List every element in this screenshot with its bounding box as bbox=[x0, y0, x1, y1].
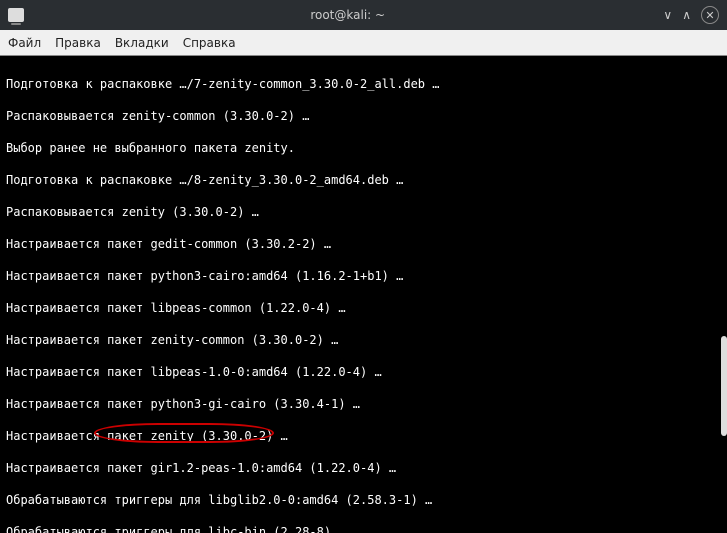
output-line: Распаковывается zenity-common (3.30.0-2)… bbox=[6, 108, 721, 124]
terminal-output[interactable]: Подготовка к распаковке …/7-zenity-commo… bbox=[0, 56, 727, 533]
output-line: Обрабатываются триггеры для libc-bin (2.… bbox=[6, 524, 721, 533]
output-line: Распаковывается zenity (3.30.0-2) … bbox=[6, 204, 721, 220]
menu-tabs[interactable]: Вкладки bbox=[115, 36, 169, 50]
menu-bar: Файл Правка Вкладки Справка bbox=[0, 30, 727, 56]
output-line: Выбор ранее не выбранного пакета zenity. bbox=[6, 140, 721, 156]
window-controls: ∨ ∧ ✕ bbox=[663, 6, 719, 24]
output-line: Настраивается пакет gir1.2-peas-1.0:amd6… bbox=[6, 460, 721, 476]
maximize-icon[interactable]: ∧ bbox=[682, 8, 691, 22]
output-line: Подготовка к распаковке …/8-zenity_3.30.… bbox=[6, 172, 721, 188]
output-line: Настраивается пакет python3-cairo:amd64 … bbox=[6, 268, 721, 284]
output-line: Настраивается пакет python3-gi-cairo (3.… bbox=[6, 396, 721, 412]
output-line: Обрабатываются триггеры для libglib2.0-0… bbox=[6, 492, 721, 508]
output-line: Настраивается пакет gedit-common (3.30.2… bbox=[6, 236, 721, 252]
close-icon[interactable]: ✕ bbox=[701, 6, 719, 24]
title-bar: root@kali: ~ ∨ ∧ ✕ bbox=[0, 0, 727, 30]
scrollbar[interactable] bbox=[721, 56, 727, 533]
scroll-thumb[interactable] bbox=[721, 336, 727, 436]
terminal-icon bbox=[8, 8, 24, 22]
window-title: root@kali: ~ bbox=[32, 8, 663, 22]
output-line: Подготовка к распаковке …/7-zenity-commo… bbox=[6, 76, 721, 92]
menu-file[interactable]: Файл bbox=[8, 36, 41, 50]
terminal-window: root@kali: ~ ∨ ∧ ✕ Файл Правка Вкладки С… bbox=[0, 0, 727, 533]
menu-edit[interactable]: Правка bbox=[55, 36, 101, 50]
output-line: Настраивается пакет zenity-common (3.30.… bbox=[6, 332, 721, 348]
minimize-icon[interactable]: ∨ bbox=[663, 8, 672, 22]
output-line: Настраивается пакет libpeas-1.0-0:amd64 … bbox=[6, 364, 721, 380]
output-line: Настраивается пакет libpeas-common (1.22… bbox=[6, 300, 721, 316]
menu-help[interactable]: Справка bbox=[183, 36, 236, 50]
output-line: Настраивается пакет zenity (3.30.0-2) … bbox=[6, 428, 721, 444]
